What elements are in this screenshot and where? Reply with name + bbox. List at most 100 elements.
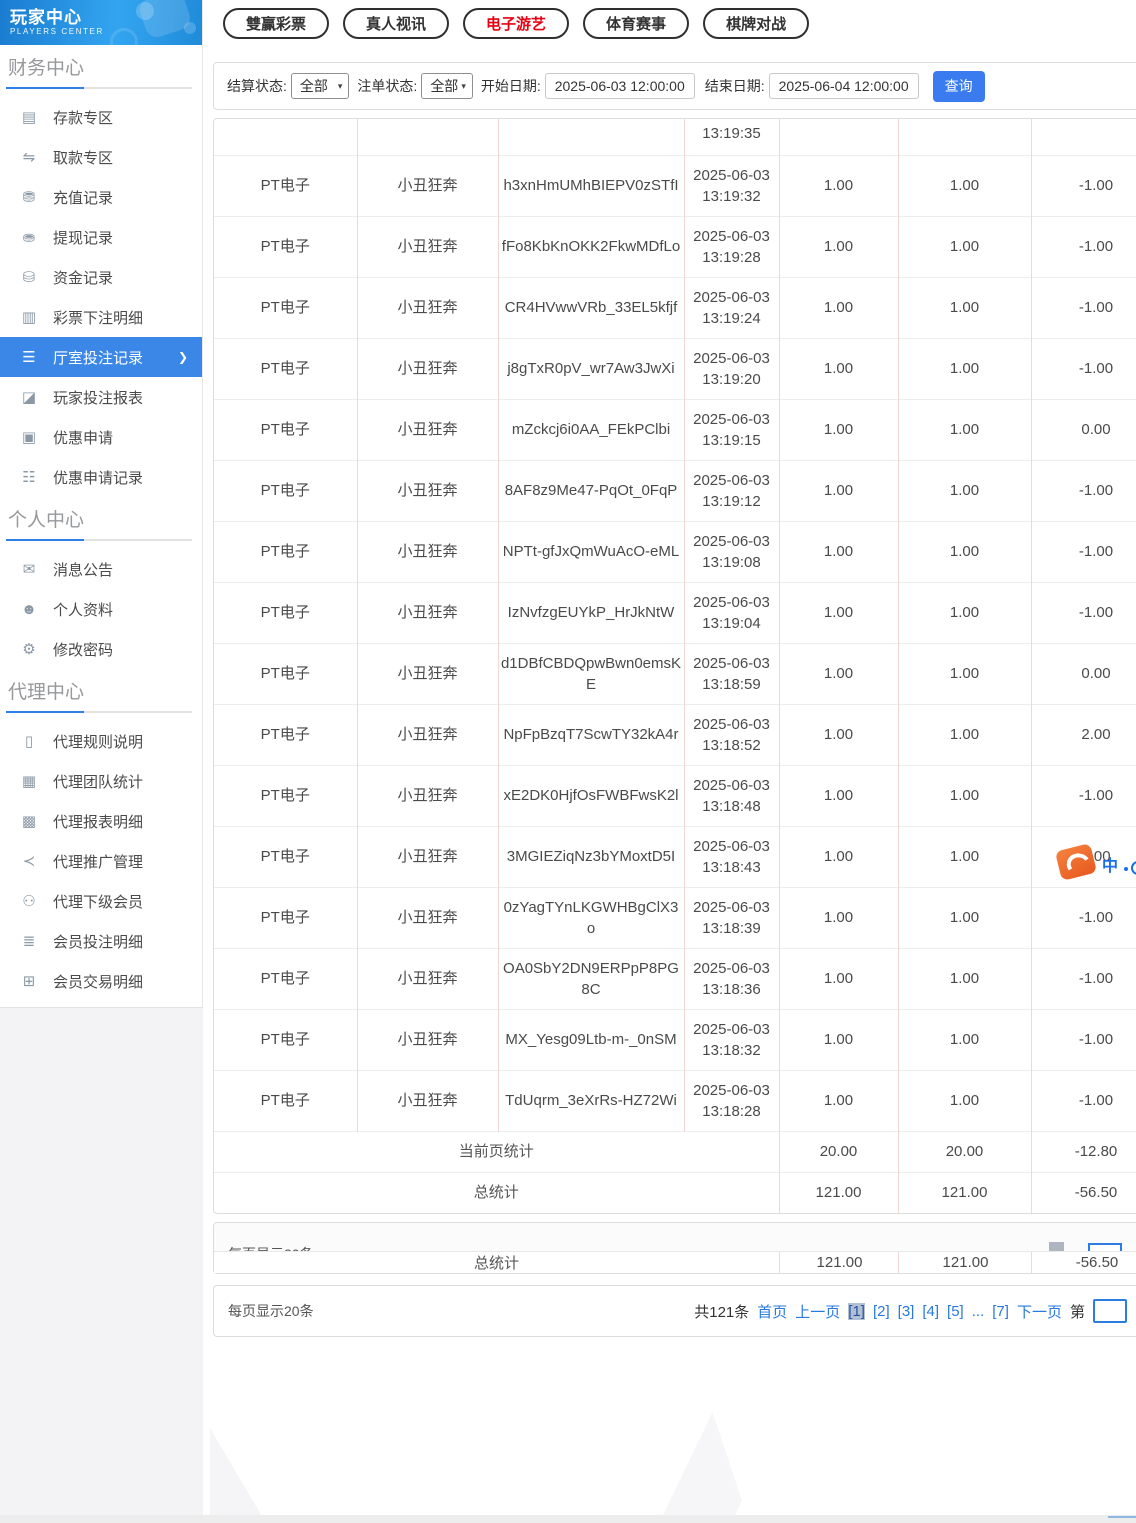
- sidebar-item[interactable]: ▥ 彩票下注明细: [0, 297, 202, 337]
- sidebar-item[interactable]: ⛃ 充值记录: [0, 177, 202, 217]
- category-tab[interactable]: 雙赢彩票: [223, 8, 330, 39]
- section-divider: [6, 539, 192, 541]
- cell-order-id: 8AF8z9Me47-PqOt_0FqP: [498, 459, 685, 521]
- sidebar-item[interactable]: ▩ 代理报表明细: [0, 801, 202, 841]
- cell-profit: -1.00: [1031, 947, 1136, 1009]
- cell-bet-amount: 1.00: [779, 154, 899, 216]
- sidebar-item[interactable]: ☰ 厅室投注记录 ❯: [0, 337, 202, 377]
- first-page-link[interactable]: 首页: [757, 1301, 787, 1322]
- gear-icon: ⚙: [22, 641, 36, 658]
- category-tab[interactable]: 电子游艺: [463, 8, 570, 39]
- cell-game-name: 小丑狂奔: [357, 764, 499, 826]
- cell-order-id: d1DBfCBDQpwBwn0emsKE: [498, 642, 685, 704]
- sidebar-item[interactable]: ≺ 代理推广管理: [0, 841, 202, 881]
- cell-game-type: PT电子: [214, 215, 358, 277]
- sidebar-item-label: 会员交易明细: [53, 973, 144, 991]
- page-jump-input[interactable]: [1092, 1299, 1127, 1323]
- cell-game-name: [357, 119, 499, 155]
- sidebar-section: 代理中心 ▯ 代理规则说明 ▦ 代理团队统计 ▩ 代理报表明细 ≺ 代理推广管理…: [0, 681, 202, 1001]
- category-tab[interactable]: 棋牌对战: [703, 8, 810, 39]
- category-tab[interactable]: 真人视讯: [343, 8, 450, 39]
- page-number-link[interactable]: [2]: [873, 1303, 890, 1320]
- bell-icon: ✉: [22, 561, 36, 578]
- page-number-link[interactable]: [1]: [848, 1302, 865, 1320]
- watermark-triangle: [210, 1428, 266, 1523]
- table-row: PT电子 小丑狂奔 8AF8z9Me47-PqOt_0FqP 2025-06-0…: [214, 459, 1136, 521]
- cell-bet-amount: 1.00: [779, 581, 899, 643]
- sidebar-item[interactable]: ✉ 消息公告: [0, 549, 202, 589]
- wallet-icon: ⛂: [22, 229, 36, 246]
- cell-valid-amount: 1.00: [898, 398, 1032, 460]
- table-row: PT电子 小丑狂奔 xE2DK0HjfOsFWBFwsK2l 2025-06-0…: [214, 764, 1136, 826]
- cell-order-id: mZckcj6i0AA_FEkPClbi: [498, 398, 685, 460]
- cell-order-id: j8gTxR0pV_wr7Aw3JwXi: [498, 337, 685, 399]
- settle-status-select[interactable]: 全部 ▾: [290, 73, 350, 99]
- page-number-link[interactable]: [3]: [898, 1303, 915, 1320]
- page-number-link[interactable]: [7]: [992, 1303, 1009, 1320]
- next-page-link[interactable]: 下一页: [1017, 1301, 1062, 1322]
- pagination-bar: 每页显示20条 共121条 首页 上一页 [1] [2] [3] [4] [5]...[…: [213, 1285, 1136, 1337]
- section-items: ▤ 存款专区 ⇋ 取款专区 ⛃ 充值记录 ⛂ 提现记录 ⛁ 资金记录 ▥ 彩票下…: [0, 97, 202, 497]
- team-stats-icon: ▦: [21, 773, 37, 790]
- cell-order-id: fFo8KbKnOKK2FkwMDfLo: [498, 215, 685, 277]
- page-summary-valid: 20.00: [898, 1130, 1032, 1172]
- watermark-triangle: [659, 1412, 742, 1523]
- sidebar-item[interactable]: ⛁ 资金记录: [0, 257, 202, 297]
- sidebar-item[interactable]: ⚇ 代理下级会员: [0, 881, 202, 921]
- category-tab[interactable]: 体育赛事: [583, 8, 690, 39]
- cell-bet-time: 2025-06-03 13:19:04: [684, 581, 780, 643]
- sidebar-item[interactable]: ▯ 代理规则说明: [0, 721, 202, 761]
- cell-game-type: PT电子: [214, 154, 358, 216]
- cell-bet-time: 13:19:35: [684, 119, 780, 155]
- glitch-total-label: 总统计: [473, 1255, 519, 1272]
- glitch-total-bet: 121.00: [779, 1252, 899, 1273]
- sidebar-item[interactable]: ≣ 会员投注明细: [0, 921, 202, 961]
- page-summary-label: 当前页统计: [214, 1130, 780, 1172]
- cell-order-id: NPTt-gfJxQmWuAcO-eML: [498, 520, 685, 582]
- sidebar-item-label: 存款专区: [53, 109, 114, 127]
- table-row: PT电子 小丑狂奔 j8gTxR0pV_wr7Aw3JwXi 2025-06-0…: [214, 337, 1136, 399]
- sidebar-item[interactable]: ⇋ 取款专区: [0, 137, 202, 177]
- cell-valid-amount: 1.00: [898, 1069, 1032, 1131]
- cell-order-id: TdUqrm_3eXrRs-HZ72Wi: [498, 1069, 685, 1131]
- footer-blue-line: [1108, 1516, 1136, 1518]
- cell-game-type: PT电子: [214, 825, 358, 887]
- pager: 共121条 首页 上一页 [1] [2] [3] [4] [5]... [7] 下一页 第…: [694, 1286, 1136, 1336]
- cell-valid-amount: [898, 119, 1032, 155]
- cell-game-type: PT电子: [214, 764, 358, 826]
- sidebar-item[interactable]: ☷ 优惠申请记录: [0, 457, 202, 497]
- start-date-input[interactable]: [544, 73, 695, 99]
- total-summary-profit: -56.50: [1031, 1171, 1136, 1213]
- footer-strip: [0, 1515, 1136, 1523]
- orange-widget-icon[interactable]: [1054, 843, 1098, 881]
- share-icon: ≺: [22, 853, 36, 870]
- members-icon: ⚇: [22, 893, 36, 910]
- member-bets-icon: ≣: [22, 933, 36, 950]
- sidebar-item[interactable]: ▦ 代理团队统计: [0, 761, 202, 801]
- prev-page-link[interactable]: 上一页: [795, 1301, 840, 1322]
- floating-translate-widget[interactable]: 中: [1054, 843, 1136, 885]
- cell-order-id: 3MGIEZiqNz3bYMoxtD5I: [498, 825, 685, 887]
- sidebar-item[interactable]: ⊞ 会员交易明细: [0, 961, 202, 1001]
- sidebar-item-label: 代理团队统计: [53, 773, 144, 791]
- cell-bet-amount: 1.00: [779, 1069, 899, 1131]
- sidebar-item[interactable]: ▣ 优惠申请: [0, 417, 202, 457]
- page-number-link[interactable]: [4]: [922, 1303, 939, 1320]
- cell-profit: [1031, 119, 1136, 155]
- sidebar-item[interactable]: ◪ 玩家投注报表: [0, 377, 202, 417]
- logo-subtitle: PLAYERS CENTER: [10, 27, 104, 36]
- cell-profit: 2.00: [1031, 703, 1136, 765]
- order-status-select[interactable]: 全部 ▾: [421, 73, 473, 99]
- query-button[interactable]: 查询: [932, 70, 985, 102]
- gamepad-decoration-icon: [136, 2, 154, 20]
- sidebar-item[interactable]: ▤ 存款专区: [0, 97, 202, 137]
- gamepad-decoration-icon: [184, 22, 196, 34]
- glitch-total-row: 总统计 121.00 121.00 -56.50: [214, 1251, 1136, 1273]
- sidebar-item[interactable]: ⛂ 提现记录: [0, 217, 202, 257]
- table-row: PT电子 小丑狂奔 CR4HVwwVRb_33EL5kfjf 2025-06-0…: [214, 276, 1136, 338]
- sidebar-item[interactable]: ☻ 个人资料: [0, 589, 202, 629]
- sidebar-item[interactable]: ⚙ 修改密码: [0, 629, 202, 669]
- table-row: PT电子 小丑狂奔 TdUqrm_3eXrRs-HZ72Wi 2025-06-0…: [214, 1069, 1136, 1131]
- page-number-link[interactable]: [5]: [947, 1303, 964, 1320]
- end-date-input[interactable]: [768, 73, 919, 99]
